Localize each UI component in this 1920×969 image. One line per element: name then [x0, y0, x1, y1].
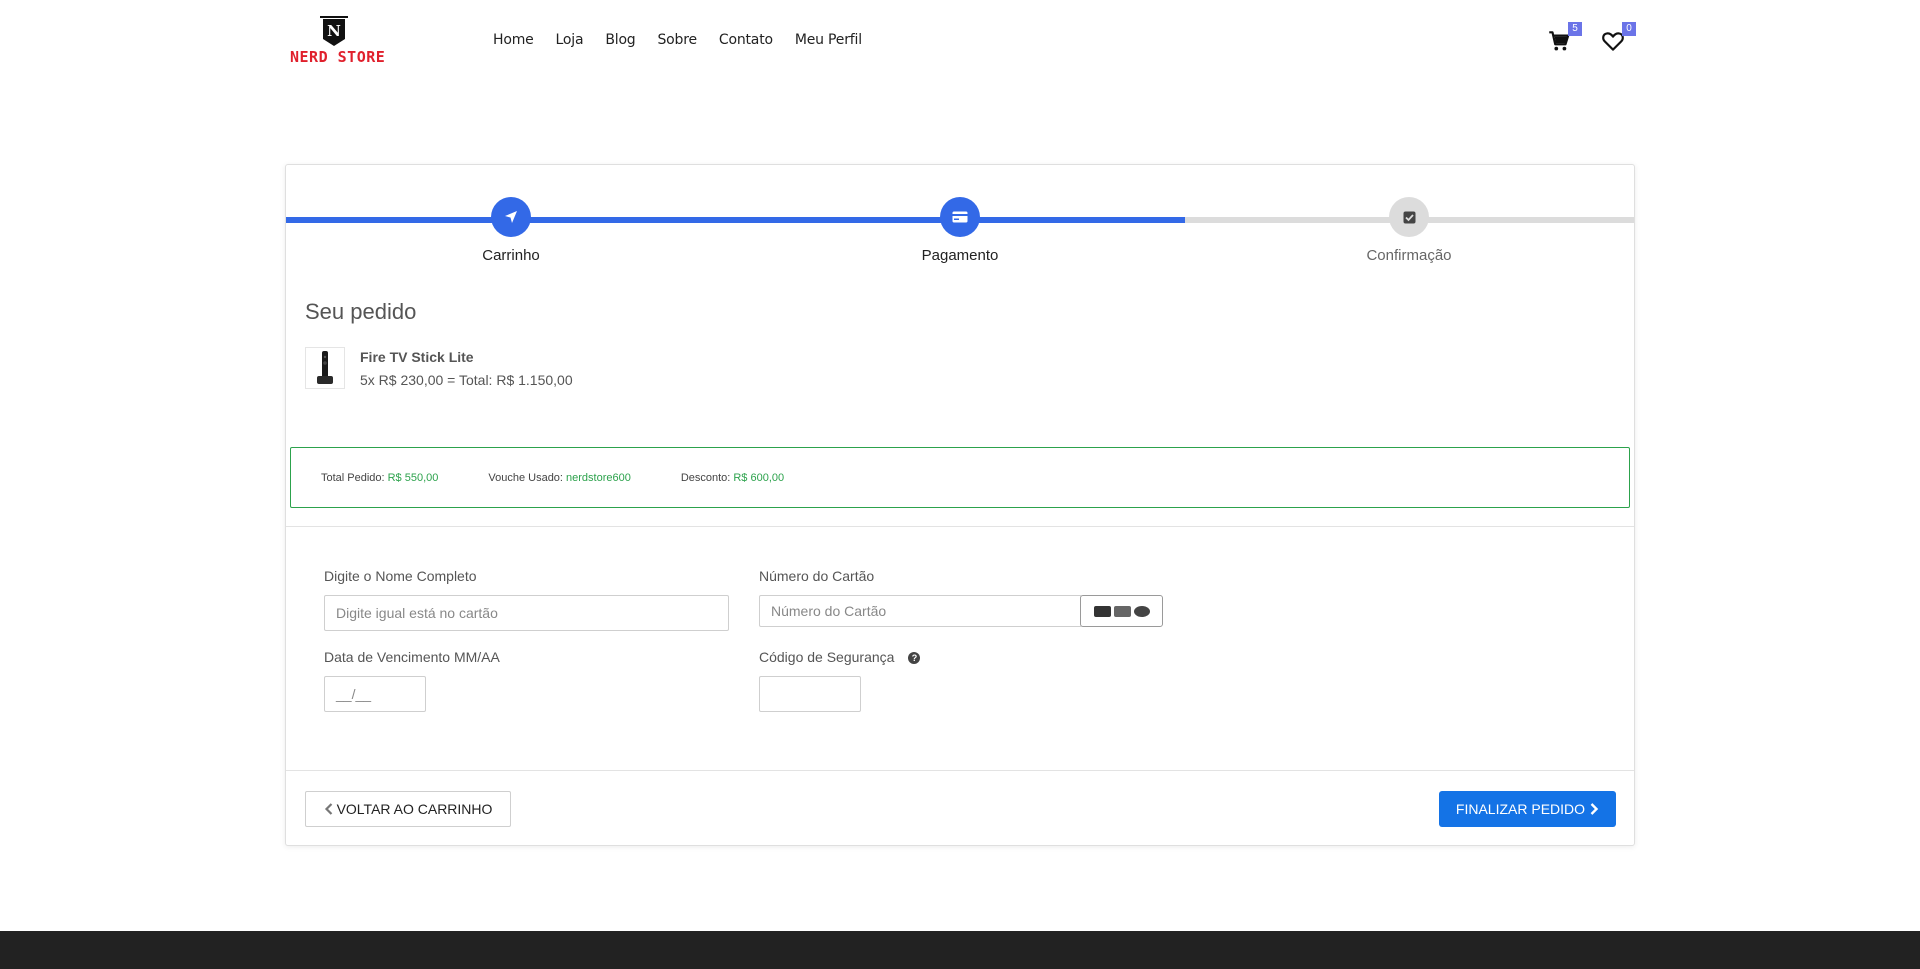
amex-icon — [1113, 605, 1131, 617]
card-number-placeholder: Número do Cartão — [771, 603, 887, 619]
step-confirmacao-circle — [1389, 197, 1429, 237]
summary-discount-value: R$ 600,00 — [733, 471, 785, 484]
name-input-placeholder: Digite igual está no cartão — [336, 605, 498, 621]
finish-order-button[interactable]: FINALIZAR PEDIDO — [1439, 791, 1616, 827]
expiry-label: Data de Vencimento MM/AA — [324, 649, 500, 665]
step-pagamento[interactable]: Pagamento — [860, 197, 1060, 264]
product-thumbnail — [305, 347, 345, 389]
chevron-left-icon — [324, 803, 332, 815]
wishlist-button[interactable]: 0 — [1600, 22, 1636, 56]
card-number-input[interactable]: Número do Cartão — [759, 595, 1082, 627]
summary-total: Total Pedido: R$ 550,00 — [321, 472, 438, 484]
cvv-input[interactable] — [759, 676, 861, 712]
logo-text: NERD STORE — [290, 48, 386, 66]
name-label: Digite o Nome Completo — [324, 568, 477, 584]
store-logo[interactable]: N NERD STORE — [288, 12, 388, 68]
nav-meu-perfil[interactable]: Meu Perfil — [795, 32, 862, 48]
checkout-steps: Carrinho Pagamento Confirmação — [286, 165, 1634, 275]
step-carrinho-label: Carrinho — [482, 247, 540, 264]
actions-divider — [286, 770, 1634, 771]
nav-sobre[interactable]: Sobre — [658, 32, 698, 48]
check-square-icon — [1403, 211, 1415, 223]
nav-loja[interactable]: Loja — [556, 32, 584, 48]
site-footer — [0, 931, 1920, 969]
logo-badge-icon: N — [320, 16, 348, 46]
summary-discount-label: Desconto: — [680, 471, 731, 484]
cart-button[interactable]: 5 — [1546, 22, 1582, 56]
main-nav: Home Loja Blog Sobre Contato Meu Perfil — [493, 32, 884, 48]
step-carrinho[interactable]: Carrinho — [411, 197, 611, 264]
card-number-label: Número do Cartão — [759, 568, 875, 584]
wishlist-count-badge: 0 — [1622, 22, 1636, 36]
step-confirmacao[interactable]: Confirmação — [1309, 197, 1509, 264]
finish-order-label: FINALIZAR PEDIDO — [1455, 801, 1586, 817]
expiry-placeholder: __/__ — [336, 686, 372, 702]
nav-home[interactable]: Home — [493, 32, 534, 48]
logo-badge-letter: N — [327, 22, 341, 40]
credit-card-icon — [952, 211, 968, 223]
order-title: Seu pedido — [305, 299, 417, 324]
card-brands — [1080, 595, 1163, 627]
step-pagamento-label: Pagamento — [921, 247, 999, 264]
summary-discount: Desconto: R$ 600,00 — [681, 472, 784, 484]
order-summary: Total Pedido: R$ 550,00 Vouche Usado: nerd… — [290, 447, 1630, 508]
product-name: Fire TV Stick Lite — [360, 349, 474, 365]
summary-voucher: Vouche Usado: nerdstore600 — [488, 472, 630, 484]
summary-total-value: R$ 550,00 — [387, 471, 439, 484]
visa-icon — [1093, 605, 1111, 617]
question-circle-icon[interactable]: ? — [908, 652, 921, 665]
back-to-cart-button[interactable]: VOLTAR AO CARRINHO — [305, 791, 511, 827]
summary-total-label: Total Pedido: — [321, 471, 385, 484]
cvv-label-text: Código de Segurança — [759, 649, 895, 665]
product-price-line: 5x R$ 230,00 = Total: R$ 1.150,00 — [360, 372, 573, 388]
back-to-cart-label: VOLTAR AO CARRINHO — [336, 801, 493, 817]
order-product: Fire TV Stick Lite 5x R$ 230,00 = Total:… — [305, 347, 573, 391]
step-confirmacao-label: Confirmação — [1366, 247, 1452, 264]
step-carrinho-circle — [491, 197, 531, 237]
site-header: N NERD STORE Home Loja Blog Sobre Contat… — [0, 0, 1920, 85]
summary-voucher-label: Vouche Usado: — [488, 471, 563, 484]
product-info: Fire TV Stick Lite 5x R$ 230,00 = Total:… — [360, 349, 573, 391]
checkout-card: Carrinho Pagamento Confirmação Seu pedid… — [285, 164, 1635, 846]
expiry-input[interactable]: __/__ — [324, 676, 426, 712]
name-input[interactable]: Digite igual está no cartão — [324, 595, 729, 631]
mastercard-icon — [1133, 605, 1150, 617]
fire-tv-stick-image — [317, 351, 333, 384]
cart-count-badge: 5 — [1568, 22, 1582, 36]
chevron-right-icon — [1590, 803, 1599, 815]
section-divider — [286, 526, 1634, 527]
summary-voucher-value: nerdstore600 — [566, 471, 631, 484]
nav-blog[interactable]: Blog — [605, 32, 635, 48]
nav-contato[interactable]: Contato — [719, 32, 773, 48]
cvv-label: Código de Segurança? — [759, 649, 921, 665]
step-pagamento-circle — [940, 197, 980, 237]
location-arrow-icon — [505, 211, 517, 223]
